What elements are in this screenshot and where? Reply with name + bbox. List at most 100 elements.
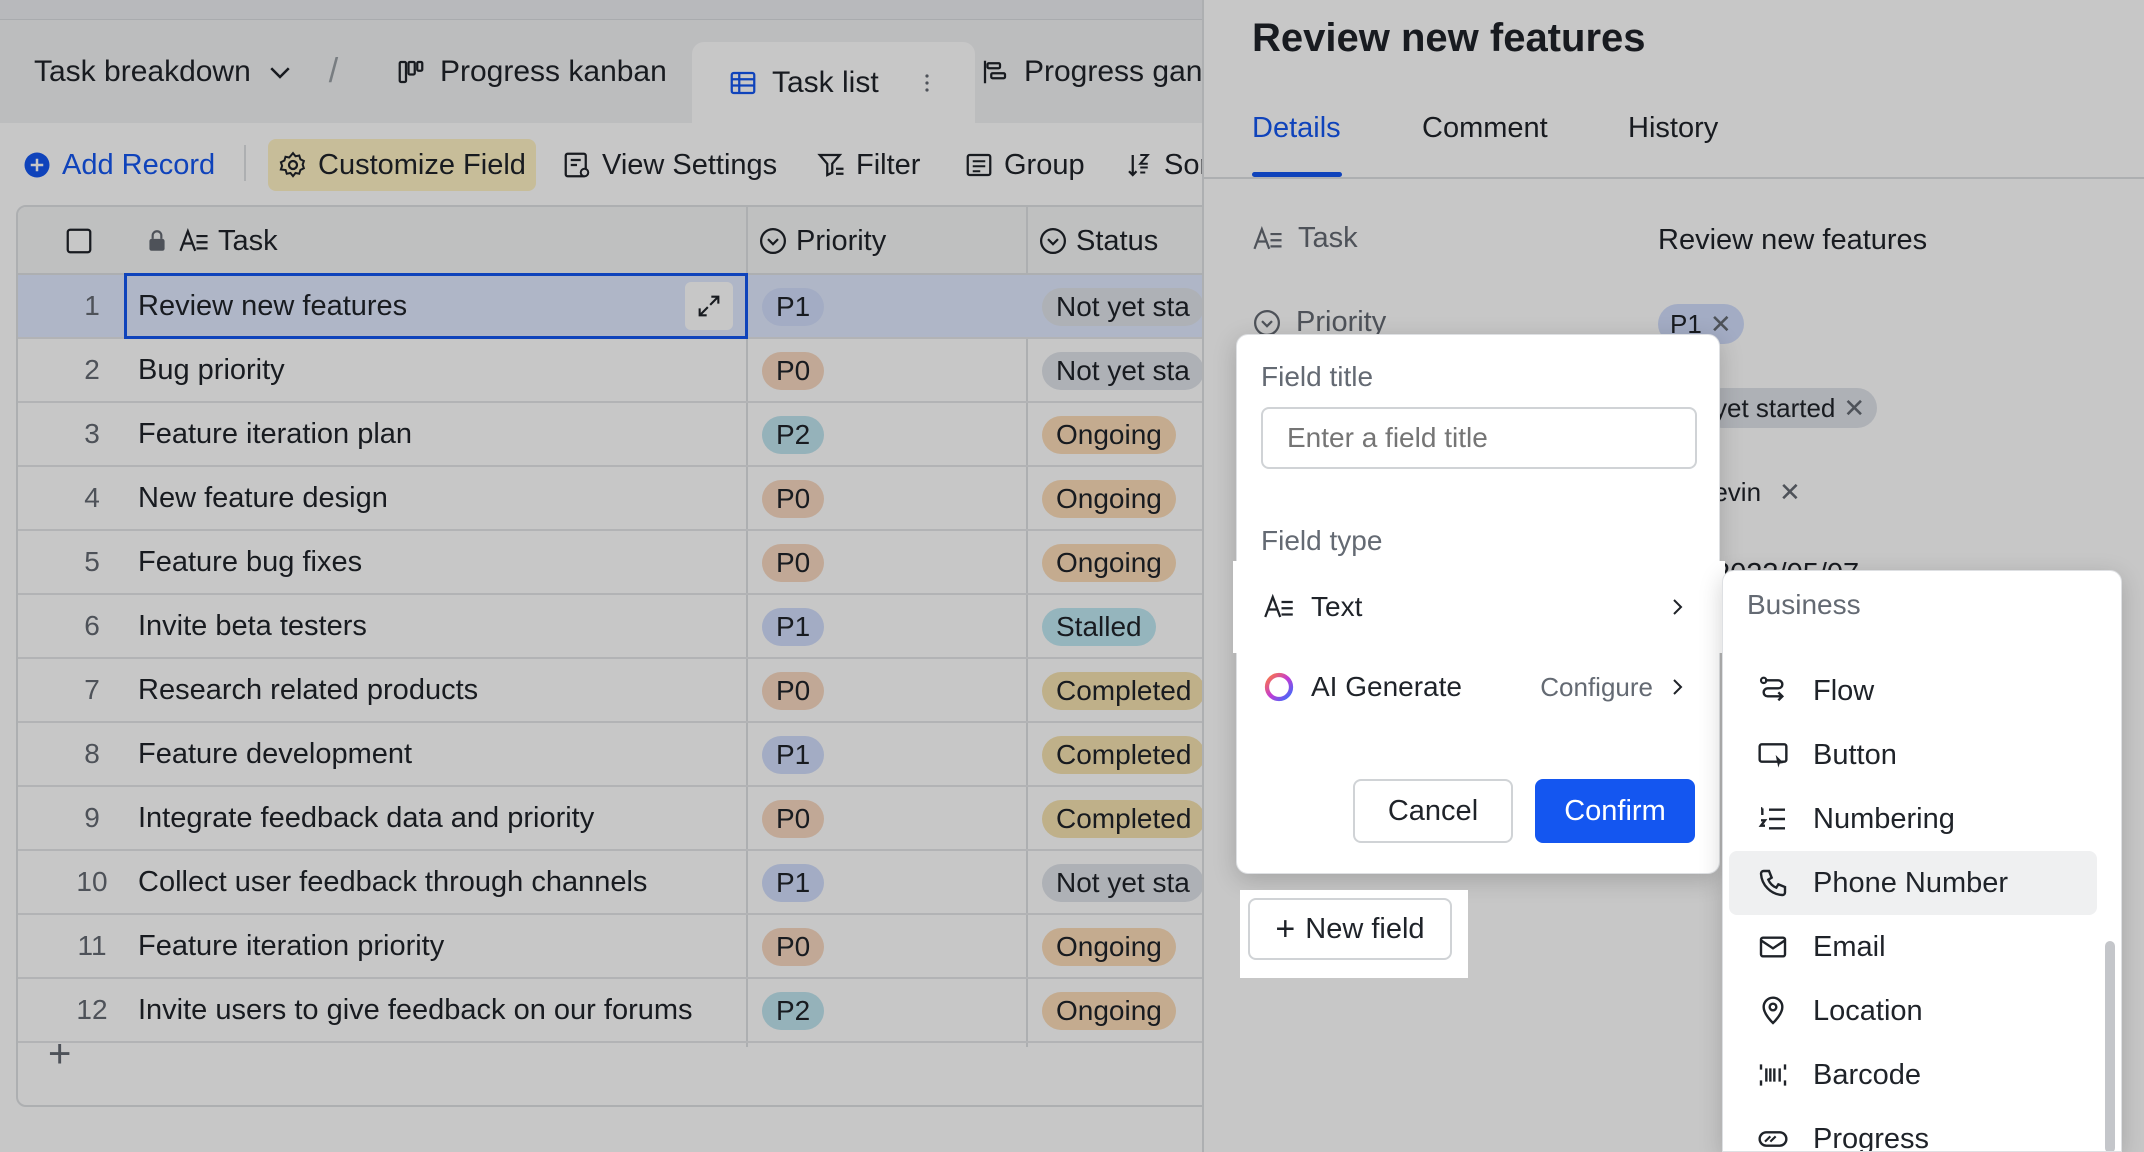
priority-tag[interactable]: P0 [762,800,825,838]
field-title-input[interactable] [1261,407,1697,469]
status-tag[interactable]: Completed [1042,800,1206,838]
chevron-down-icon [270,66,290,79]
submenu-item-location[interactable]: Location [1723,979,2111,1043]
column-header-task-label: Task [218,224,278,257]
submenu-item-progress[interactable]: Progress [1723,1107,2111,1151]
cancel-button[interactable]: Cancel [1353,779,1513,843]
status-tag[interactable]: yet started ✕ [1702,388,1878,428]
task-cell[interactable]: Feature iteration priority [138,915,444,977]
select-all-checkbox[interactable] [64,207,102,275]
table-row[interactable]: 2 Bug priority P0 Not yet sta [18,339,1214,403]
column-header-priority[interactable]: Priority [758,207,886,275]
task-cell[interactable]: Feature iteration plan [138,403,412,465]
task-cell[interactable]: Bug priority [138,339,285,401]
table-row[interactable]: 4 New feature design P0 Ongoing [18,467,1214,531]
priority-tag[interactable]: P0 [762,352,825,390]
table-row[interactable]: 12 Invite users to give feedback on our f… [18,979,1214,1043]
view-tabs-bar: Task breakdown / Progress kanban Task li… [0,20,1211,123]
tab-progress-kanban[interactable]: Progress kanban [396,20,667,123]
table-row[interactable]: 11 Feature iteration priority P0 Ongoing [18,915,1214,979]
view-settings-button[interactable]: View Settings [562,139,777,191]
sort-button[interactable]: Sor [1124,139,1209,191]
status-tag[interactable]: Ongoing [1042,928,1176,966]
submenu-item-phone-number[interactable]: Phone Number [1729,851,2097,915]
status-tag[interactable]: Completed [1042,736,1206,774]
submenu-item-button[interactable]: Button [1723,723,2111,787]
task-cell[interactable]: Research related products [138,659,478,721]
table-row[interactable]: 7 Research related products P0 Completed [18,659,1214,723]
task-cell[interactable]: New feature design [138,467,388,529]
field-title-label: Field title [1261,361,1374,392]
add-record-button[interactable]: Add Record [22,139,215,191]
expand-record-button[interactable] [685,282,733,330]
submenu-item-email[interactable]: Email [1723,915,2111,979]
text-type-icon-wrap [1261,589,1297,625]
add-row-button[interactable]: + [48,1032,71,1077]
table-row[interactable]: 8 Feature development P1 Completed [18,723,1214,787]
submenu-item-numbering[interactable]: Numbering [1723,787,2111,851]
remove-tag-icon[interactable]: ✕ [1779,477,1801,508]
table-row[interactable]: 3 Feature iteration plan P2 Ongoing [18,403,1214,467]
status-tag[interactable]: Not yet sta [1042,352,1204,390]
tab-task-breakdown[interactable]: Task breakdown / [34,20,358,123]
tab-comment[interactable]: Comment [1422,112,1548,145]
table-row[interactable]: 5 Feature bug fixes P0 Ongoing [18,531,1214,595]
submenu-scrollbar[interactable] [2105,941,2115,1151]
remove-tag-icon[interactable]: ✕ [1843,393,1865,424]
grid-header: Task Priority Status [18,207,1214,275]
task-cell[interactable]: Feature bug fixes [138,531,362,593]
more-vertical-icon[interactable] [915,68,939,98]
task-cell[interactable]: Collect user feedback through channels [138,851,647,913]
status-tag[interactable]: Not yet sta [1042,288,1204,326]
submenu-item-barcode[interactable]: Barcode [1723,1043,2111,1107]
priority-tag[interactable]: P1 [762,608,825,646]
task-cell[interactable]: Feature development [138,723,412,785]
table-row[interactable]: 6 Invite beta testers P1 Stalled [18,595,1214,659]
confirm-button[interactable]: Confirm [1535,779,1695,843]
priority-tag[interactable]: P0 [762,672,825,710]
group-button[interactable]: Group [964,139,1085,191]
field-type-ai-option[interactable]: AI Generate Configure [1241,649,1717,725]
field-type-text-option[interactable]: Text [1241,569,1717,645]
status-tag[interactable]: Ongoing [1042,992,1176,1030]
column-header-priority-label: Priority [796,224,887,257]
configure-link[interactable]: Configure [1540,672,1653,703]
lock-icon [149,230,165,251]
status-tag[interactable]: Ongoing [1042,480,1176,518]
task-cell[interactable]: Invite users to give feedback on our for… [138,979,693,1041]
email-icon [1759,936,1787,958]
tab-details[interactable]: Details [1252,112,1341,145]
new-field-button[interactable]: + New field [1248,898,1452,960]
submenu-item-flow[interactable]: Flow [1723,659,2111,723]
tab-task-list[interactable]: Task list [692,42,975,123]
priority-tag[interactable]: P1 [762,288,825,326]
priority-tag[interactable]: P0 [762,480,825,518]
group-label: Group [1004,148,1085,181]
task-cell[interactable]: Invite beta testers [138,595,367,657]
priority-tag[interactable]: P0 [762,928,825,966]
status-tag[interactable]: Ongoing [1042,416,1176,454]
table-row[interactable]: 10 Collect user feedback through channels… [18,851,1214,915]
field-task-value[interactable]: Review new features [1658,224,1927,257]
tab-history[interactable]: History [1628,112,1718,145]
status-tag[interactable]: Stalled [1042,608,1156,646]
priority-tag[interactable]: P1 [762,736,825,774]
priority-tag[interactable]: P0 [762,544,825,582]
priority-tag[interactable]: P1 [762,864,825,902]
column-header-task[interactable]: Task [144,207,278,275]
status-tag[interactable]: Completed [1042,672,1206,710]
field-task-label-text: Task [1298,222,1358,254]
table-row[interactable]: 9 Integrate feedback data and priority P0 C… [18,787,1214,851]
selected-cell[interactable] [124,273,748,339]
customize-field-button[interactable]: Customize Field [268,139,536,191]
column-header-status[interactable]: Status [1038,207,1158,275]
filter-button[interactable]: Filter [816,139,920,191]
text-field-icon [179,227,208,252]
text-field-icon [1264,593,1293,618]
status-tag[interactable]: Not yet sta [1042,864,1204,902]
priority-tag[interactable]: P2 [762,416,825,454]
tab-progress-gantt[interactable]: Progress gant [980,20,1211,123]
priority-tag[interactable]: P2 [762,992,825,1030]
status-tag[interactable]: Ongoing [1042,544,1176,582]
task-cell[interactable]: Integrate feedback data and priority [138,787,594,849]
